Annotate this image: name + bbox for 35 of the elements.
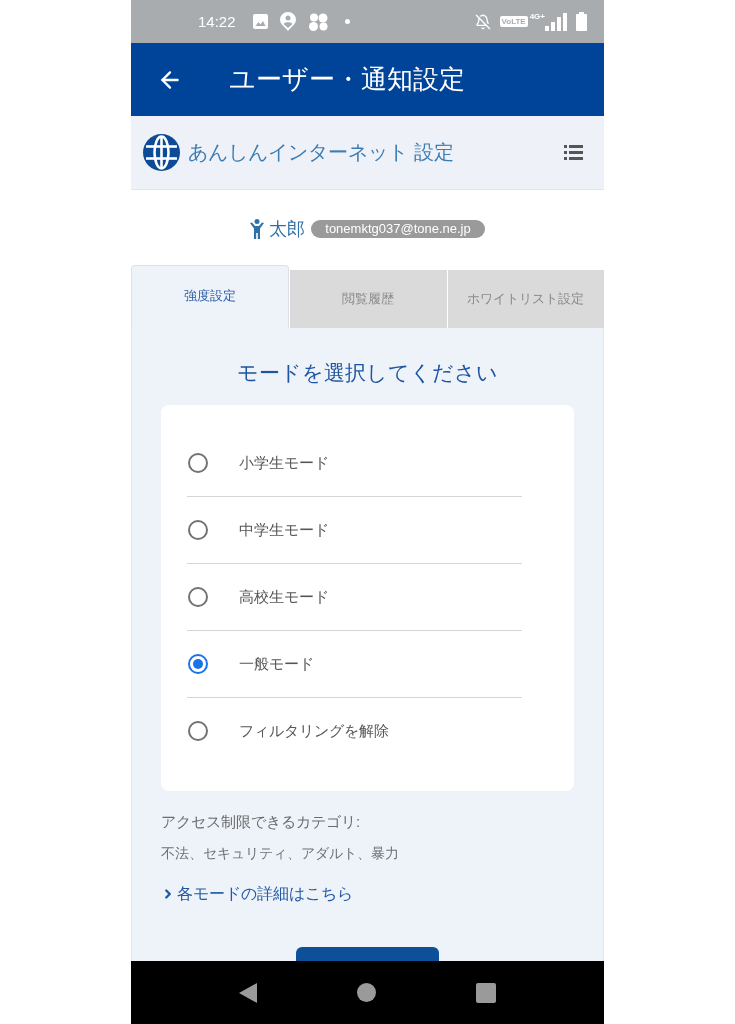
mode-label[interactable]: 中学生モード [239,520,329,540]
fan-icon [308,12,328,31]
battery-icon [576,12,587,31]
child-icon [250,218,265,239]
network-type: 4G+ [529,12,545,21]
app-bar-title: ユーザー・通知設定 [229,63,465,96]
nav-back-button[interactable] [239,982,257,1003]
bell-off-icon [474,13,491,30]
dot-icon [344,19,350,24]
signal-icon [545,12,567,31]
globe-icon [143,134,180,171]
volte-indicator: VoLTE [499,16,528,27]
radio-button[interactable] [188,520,208,540]
tab[interactable]: 強度設定 [131,265,289,328]
service-title: あんしんインターネット 設定 [188,140,454,165]
radio-button[interactable] [188,453,208,473]
radio-button[interactable] [188,654,208,674]
list-menu-button[interactable] [564,145,583,160]
mode-label[interactable]: 高校生モード [239,587,329,607]
status-time: 14:22 [198,13,236,30]
nav-home-button[interactable] [357,983,376,1002]
radio-button[interactable] [188,587,208,607]
radio-button[interactable] [188,721,208,741]
category-label: アクセス制限できるカテゴリ: [161,812,362,832]
category-list: 不法、セキュリティ、アダルト、暴力 [161,843,574,863]
user-name: 太郎 [269,217,306,241]
mode-label[interactable]: フィルタリングを解除 [239,721,389,741]
details-link[interactable]: 各モードの詳細はこちら [161,884,353,904]
mode-label[interactable]: 小学生モード [239,453,329,473]
location-pin-icon [279,12,296,31]
mode-label[interactable]: 一般モード [239,654,314,674]
section-heading: モードを選択してください [236,360,499,386]
image-icon [252,14,268,29]
email-badge: tonemktg037@tone.ne.jp [311,219,485,238]
nav-recents-button[interactable] [476,982,496,1003]
